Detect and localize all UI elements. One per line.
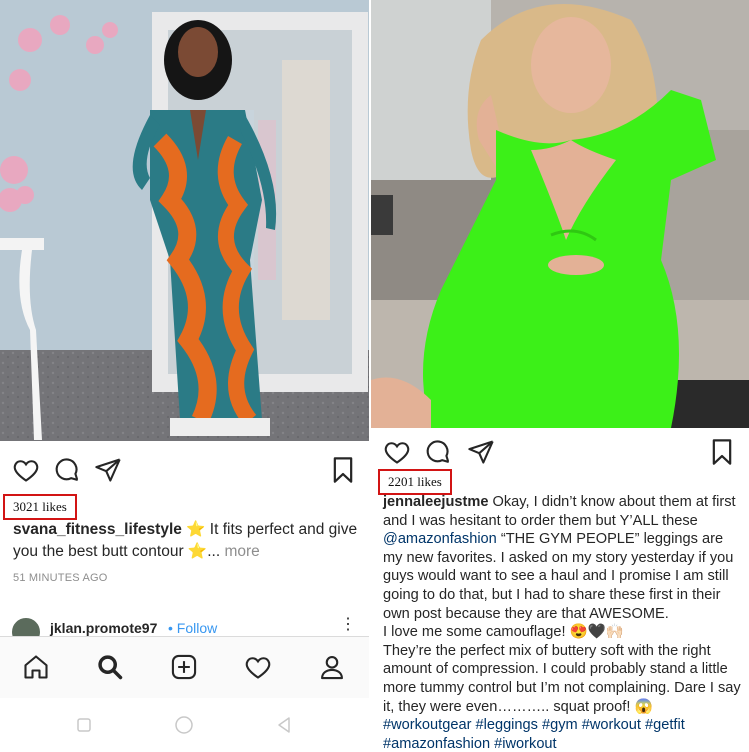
likes-count[interactable]: 2201 likes [378,469,452,495]
caption-username[interactable]: jennaleejustme [383,494,488,510]
follow-link[interactable]: • Follow [168,620,217,636]
bookmark-icon [712,439,732,465]
avatar[interactable] [10,616,42,636]
left-post-photo[interactable] [0,0,369,441]
hashtags-line[interactable]: #amazonfashion #iworkout [383,735,743,752]
left-action-row [0,455,369,495]
left-photo-illustration [0,0,369,441]
caption-paragraph: jennaleejustme Okay, I didn’t know about… [383,493,743,623]
share-button[interactable] [93,455,123,485]
nav-profile[interactable] [316,651,348,683]
comment-icon [55,458,78,481]
share-button[interactable] [466,437,496,467]
profile-icon [321,656,343,680]
heart-icon [13,460,39,482]
home-icon [24,655,48,679]
caption-username[interactable]: svana_fitness_lifestyle [13,521,182,538]
search-icon [98,655,123,680]
save-button[interactable] [328,455,358,485]
bottom-navigation [0,636,369,698]
back-icon[interactable] [273,714,295,736]
comment-button[interactable] [52,455,82,485]
post-timestamp: 51 MINUTES AGO [13,572,108,584]
nav-home[interactable] [20,651,52,683]
bookmark-icon [333,457,353,483]
nav-search[interactable] [94,651,126,683]
nav-activity[interactable] [242,651,274,683]
hashtags-line[interactable]: #workoutgear #leggings #gym #workout #ge… [383,716,743,735]
mention-link[interactable]: @amazonfashion [383,531,497,547]
more-options-icon[interactable]: ⋮ [340,614,356,634]
caption-line: They’re the perfect mix of buttery soft … [383,642,741,715]
system-navigation-bar [0,698,369,752]
recents-icon[interactable] [73,714,95,736]
right-instagram-post: 2201 likes jennaleejustme Okay, I didn’t… [371,0,749,752]
right-post-photo[interactable] [371,0,749,428]
comment-icon [426,440,449,463]
like-button[interactable] [11,455,41,485]
nav-add[interactable] [168,651,200,683]
comment-button[interactable] [423,437,453,467]
save-button[interactable] [707,437,737,467]
add-post-icon [171,654,197,680]
right-photo-illustration [371,0,749,428]
heart-icon [384,442,410,464]
caption-line: I love me some camouflage! 😍🖤🙌🏻 [383,624,625,641]
post-caption: svana_fitness_lifestyle ⭐ It fits perfec… [13,519,363,563]
likes-count[interactable]: 3021 likes [3,494,77,520]
next-post-username[interactable]: jklan.promote97 [50,620,157,636]
more-link[interactable]: more [220,543,259,560]
left-instagram-post: 3021 likes svana_fitness_lifestyle ⭐ It … [0,0,369,752]
like-button[interactable] [382,437,412,467]
send-icon [95,458,121,482]
post-caption: jennaleejustme Okay, I didn’t know about… [383,493,743,752]
heart-icon [245,657,271,679]
next-post-header: jklan.promote97 • Follow ⋮ [10,614,360,636]
home-circle-icon[interactable] [173,714,195,736]
send-icon [468,440,494,464]
